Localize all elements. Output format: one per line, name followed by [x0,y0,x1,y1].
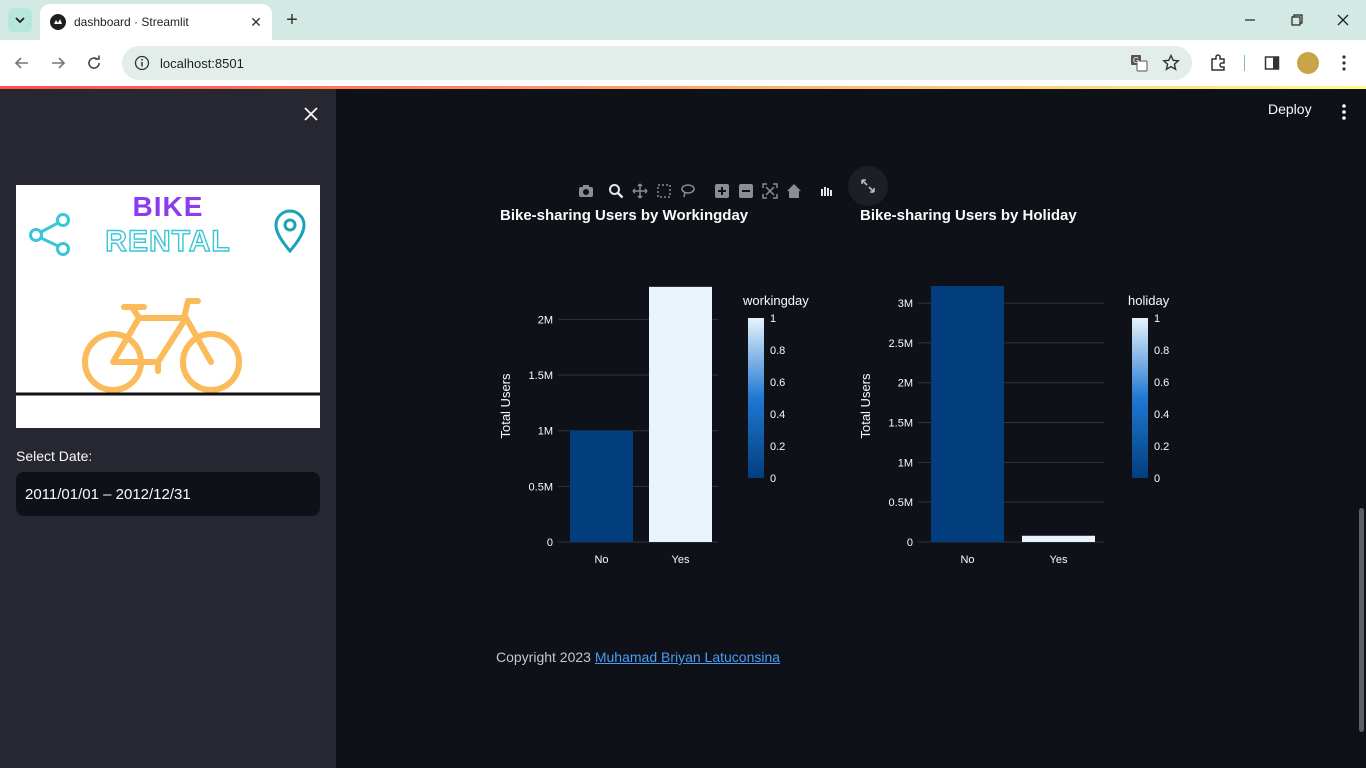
date-range-input[interactable]: 2011/01/01 – 2012/12/31 [16,472,320,516]
browser-tab-bar: dashboard · Streamlit ✕ + [0,0,1366,40]
holiday-chart-title: Bike-sharing Users by Holiday [860,207,1077,224]
y-tick-label: 0.5M [529,481,553,493]
x-tick-label: No [960,554,974,566]
close-sidebar-icon[interactable] [300,103,322,125]
y-tick-label: 1M [538,426,553,438]
x-tick-label: No [594,554,608,566]
y-tick-label: 1.5M [529,370,553,382]
colorbar-tick-label: 1 [1154,313,1160,325]
colorbar-tick-label: 0.8 [1154,345,1169,357]
copyright-text: Copyright 2023 [496,649,595,665]
bicycle-icon [82,298,242,393]
bar-yes [1022,535,1095,542]
colorbar [748,318,764,478]
location-pin-icon [274,209,306,254]
zoom-out-icon[interactable] [734,180,758,202]
minimize-icon[interactable] [1238,8,1262,32]
holiday-bar-chart[interactable]: 0 0.5M 1M 1.5M 2M 2.5M 3M No Yes Total Users holid… [856,230,1216,590]
workingday-bar-chart[interactable]: 0 0.5M 1M 1.5M 2M No Yes Total Users workingday 0… [496,230,856,590]
zoom-in-icon[interactable] [710,180,734,202]
colorbar-tick-label: 0.4 [1154,409,1169,421]
lasso-select-icon[interactable] [676,180,700,202]
y-tick-label: 3M [898,298,913,310]
browser-toolbar: localhost:8501 G [0,40,1366,86]
restore-icon[interactable] [1285,8,1309,32]
colorbar-tick-label: 1 [770,313,776,325]
y-tick-label: 2M [538,314,553,326]
bookmark-star-icon[interactable] [1160,52,1182,74]
y-axis-label: Total Users [498,373,513,439]
browser-tab[interactable]: dashboard · Streamlit ✕ [40,4,272,40]
x-tick-label: Yes [672,554,690,566]
profile-avatar[interactable] [1296,51,1320,75]
reload-icon[interactable] [82,51,106,75]
author-link[interactable]: Muhamad Briyan Latuconsina [595,649,780,665]
y-tick-label: 2.5M [889,338,913,350]
main-menu-icon[interactable] [1334,101,1354,123]
tab-search-button[interactable] [8,8,32,32]
fullscreen-expand-icon[interactable] [848,166,888,206]
colorbar-tick-label: 0.4 [770,409,785,421]
colorbar-tick-label: 0.6 [1154,377,1169,389]
colorbar-tick-label: 0.8 [770,345,785,357]
bar-no [570,430,633,542]
share-icon [29,213,70,256]
x-tick-label: Yes [1050,554,1068,566]
toolbar-divider [1244,55,1245,71]
forward-arrow-icon[interactable] [46,51,70,75]
footer-copyright: Copyright 2023 Muhamad Briyan Latuconsin… [496,649,780,665]
plotly-logo-icon[interactable] [814,180,838,202]
box-select-icon[interactable] [652,180,676,202]
y-tick-label: 0 [907,537,913,549]
streamlit-favicon-icon [50,14,66,30]
date-label: Select Date: [16,448,93,464]
y-axis-label: Total Users [858,373,873,439]
colorbar-tick-label: 0.6 [770,377,785,389]
logo-graphics [16,209,320,396]
colorbar [1132,318,1148,478]
url-text: localhost:8501 [160,55,244,71]
camera-icon[interactable] [574,180,598,202]
y-tick-label: 0 [547,537,553,549]
colorbar-title: workingday [742,293,809,308]
address-bar[interactable]: localhost:8501 G [122,46,1192,80]
autoscale-icon[interactable] [758,180,782,202]
reset-axes-home-icon[interactable] [782,180,806,202]
page-scrollbar-thumb[interactable] [1359,508,1364,732]
y-tick-label: 2M [898,378,913,390]
bar-yes [649,286,712,542]
tab-title: dashboard · Streamlit [74,15,189,29]
workingday-chart-title: Bike-sharing Users by Workingday [500,207,749,224]
new-tab-button[interactable]: + [282,9,302,31]
y-tick-label: 1.5M [889,418,913,430]
browser-menu-icon[interactable] [1332,51,1356,75]
bike-rental-logo: BIKE RENTAL [16,185,320,428]
colorbar-tick-label: 0 [770,473,776,485]
avatar [1297,52,1319,74]
chevron-down-icon [15,17,25,24]
translate-icon[interactable]: G [1128,52,1150,74]
bar-no [931,286,1004,542]
pan-icon[interactable] [628,180,652,202]
back-arrow-icon[interactable] [10,51,34,75]
plotly-modebar [574,180,838,202]
site-info-icon[interactable] [134,55,150,71]
sidebar: BIKE RENTAL Select Date: 2011/01/01 – 20… [0,89,336,768]
colorbar-tick-label: 0 [1154,473,1160,485]
deploy-button[interactable]: Deploy [1268,101,1312,117]
extensions-icon[interactable] [1206,51,1230,75]
close-window-icon[interactable] [1331,8,1355,32]
side-panel-icon[interactable] [1260,51,1284,75]
svg-text:G: G [1133,56,1139,65]
colorbar-title: holiday [1128,293,1170,308]
close-tab-icon[interactable]: ✕ [246,12,266,32]
colorbar-tick-label: 0.2 [1154,441,1169,453]
zoom-icon[interactable] [604,180,628,202]
colorbar-tick-label: 0.2 [770,441,785,453]
y-tick-label: 0.5M [889,497,913,509]
y-tick-label: 1M [898,457,913,469]
